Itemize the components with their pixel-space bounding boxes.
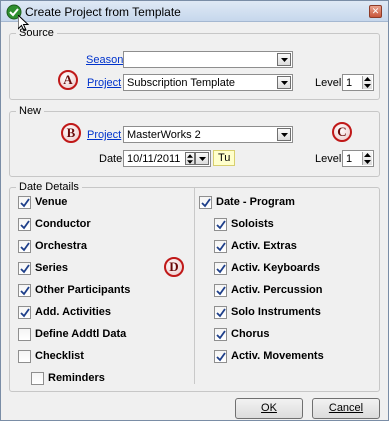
cancel-label: Cancel xyxy=(328,402,364,414)
date-spinner-icon[interactable] xyxy=(185,152,195,165)
new-project-combo[interactable]: MasterWorks 2 xyxy=(123,126,293,143)
checkbox-series[interactable]: Series xyxy=(18,262,178,276)
checkbox-label: Venue xyxy=(35,196,68,208)
checkbox-label: Define Addtl Data xyxy=(35,328,127,340)
callout-badge-b: B xyxy=(61,123,81,143)
checkmark-icon[interactable] xyxy=(18,240,31,253)
checkbox-orchestra[interactable]: Orchestra xyxy=(18,240,178,254)
checkbox-label: Add. Activities xyxy=(35,306,111,318)
checkmark-icon[interactable] xyxy=(214,306,227,319)
checkbox-label: Orchestra xyxy=(35,240,87,252)
new-date-field[interactable]: 10/11/2011 xyxy=(123,150,211,167)
checkmark-icon[interactable] xyxy=(18,218,31,231)
checkbox-venue[interactable]: Venue xyxy=(18,196,178,210)
chevron-down-icon[interactable] xyxy=(277,53,291,66)
checkmark-icon[interactable] xyxy=(18,284,31,297)
spinner-arrows-icon[interactable] xyxy=(362,76,372,89)
date-details-legend: Date Details xyxy=(19,181,79,193)
calendar-dropdown-icon[interactable] xyxy=(195,152,209,165)
checkbox-label: Activ. Extras xyxy=(231,240,297,252)
checkbox-label: Checklist xyxy=(35,350,84,362)
new-level-value: 1 xyxy=(346,153,353,165)
source-level-value: 1 xyxy=(346,77,353,89)
new-level-label: Level xyxy=(315,153,342,165)
checkbox-checklist[interactable]: Checklist xyxy=(18,350,178,364)
empty-checkbox-icon[interactable] xyxy=(18,350,31,363)
source-legend: Source xyxy=(19,27,54,39)
window-title: Create Project from Template xyxy=(25,5,181,19)
callout-badge-a: A xyxy=(58,70,78,90)
source-project-value: Subscription Template xyxy=(127,77,236,89)
checkbox-label: Activ. Percussion xyxy=(231,284,323,296)
checkbox-label: Conductor xyxy=(35,218,91,230)
checkbox-solo-instruments[interactable]: Solo Instruments xyxy=(214,306,374,320)
checkbox-label: Activ. Movements xyxy=(231,350,324,362)
checkbox-activ-extras[interactable]: Activ. Extras xyxy=(214,240,374,254)
season-combo[interactable] xyxy=(123,51,293,68)
new-date-value: 10/11/2011 xyxy=(127,153,181,165)
checkmark-icon[interactable] xyxy=(214,218,227,231)
checkmark-icon[interactable] xyxy=(18,262,31,275)
dialog-window: Create Project from Template ✕ Source Se… xyxy=(0,0,389,421)
checkmark-icon[interactable] xyxy=(214,328,227,341)
source-project-link[interactable]: Project xyxy=(87,77,121,89)
column-divider xyxy=(194,188,195,384)
checkbox-label: Other Participants xyxy=(35,284,131,296)
checkbox-label: Date - Program xyxy=(216,196,295,208)
checkbox-date-program[interactable]: Date - Program xyxy=(199,196,359,210)
checkbox-chorus[interactable]: Chorus xyxy=(214,328,374,342)
checkmark-icon[interactable] xyxy=(18,196,31,209)
checkbox-label: Series xyxy=(35,262,69,274)
ok-label: OK xyxy=(261,402,277,414)
checkmark-icon[interactable] xyxy=(214,240,227,253)
source-level-spinner[interactable]: 1 xyxy=(342,74,374,91)
title-bar[interactable]: Create Project from Template ✕ xyxy=(1,1,388,22)
checkmark-icon[interactable] xyxy=(214,284,227,297)
checkmark-icon[interactable] xyxy=(18,306,31,319)
checkbox-label: Solo Instruments xyxy=(231,306,321,318)
checkbox-other-participants[interactable]: Other Participants xyxy=(18,284,178,298)
new-legend: New xyxy=(19,105,42,117)
season-link[interactable]: Season xyxy=(86,54,123,66)
new-project-link[interactable]: Project xyxy=(87,129,121,141)
source-project-combo[interactable]: Subscription Template xyxy=(123,74,293,91)
checkbox-activ-keyboards[interactable]: Activ. Keyboards xyxy=(214,262,374,276)
checkbox-activ-movements[interactable]: Activ. Movements xyxy=(214,350,374,364)
new-date-label: Date xyxy=(99,153,123,165)
checkmark-icon[interactable] xyxy=(199,196,212,209)
source-level-label: Level xyxy=(315,77,342,89)
close-button[interactable]: ✕ xyxy=(369,5,382,18)
callout-badge-c: C xyxy=(332,122,352,142)
checkbox-soloists[interactable]: Soloists xyxy=(214,218,374,232)
checkmark-icon[interactable] xyxy=(214,262,227,275)
cancel-button[interactable]: Cancel xyxy=(312,398,380,419)
checkbox-label: Reminders xyxy=(48,372,105,384)
new-project-value: MasterWorks 2 xyxy=(127,129,201,141)
new-level-spinner[interactable]: 1 xyxy=(342,150,374,167)
chevron-down-icon[interactable] xyxy=(277,128,291,141)
empty-checkbox-icon[interactable] xyxy=(31,372,44,385)
ok-button[interactable]: OK xyxy=(235,398,303,419)
checkbox-define-addtl-data[interactable]: Define Addtl Data xyxy=(18,328,178,342)
checkbox-label: Chorus xyxy=(231,328,270,340)
spinner-arrows-icon[interactable] xyxy=(362,152,372,165)
empty-checkbox-icon[interactable] xyxy=(18,328,31,341)
checkbox-label: Soloists xyxy=(231,218,274,230)
checkbox-add-activities[interactable]: Add. Activities xyxy=(18,306,178,320)
weekday-badge: Tu xyxy=(213,150,236,166)
checkmark-icon[interactable] xyxy=(214,350,227,363)
checkbox-reminders[interactable]: Reminders xyxy=(31,372,191,386)
checkbox-activ-percussion[interactable]: Activ. Percussion xyxy=(214,284,374,298)
checkbox-conductor[interactable]: Conductor xyxy=(18,218,178,232)
checkbox-label: Activ. Keyboards xyxy=(231,262,321,274)
chevron-down-icon[interactable] xyxy=(277,76,291,89)
